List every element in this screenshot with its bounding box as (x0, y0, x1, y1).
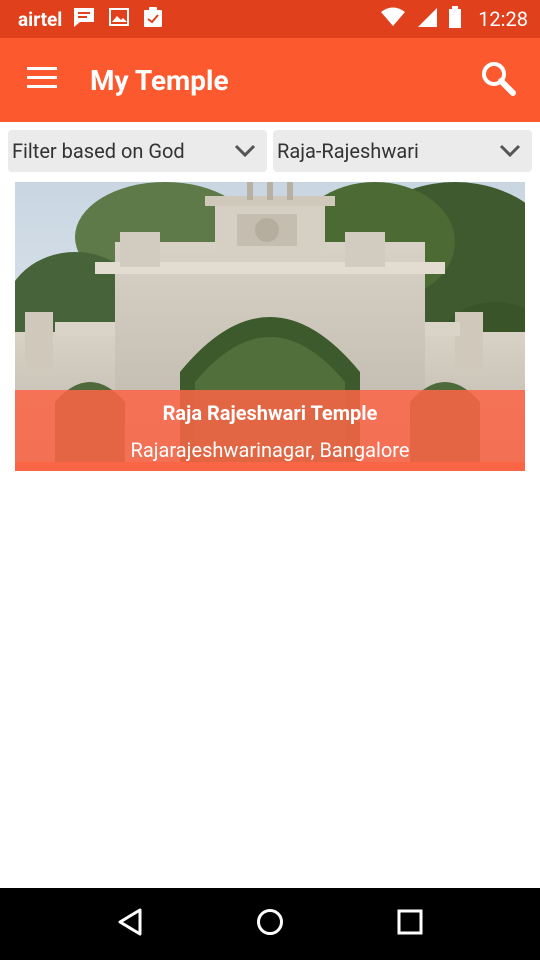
carrier-name: airtel (18, 7, 63, 31)
menu-button[interactable] (0, 38, 84, 122)
filter-row: Filter based on God Raja-Rajeshwari (8, 130, 532, 172)
recents-button[interactable] (380, 894, 440, 954)
battery-icon (448, 6, 462, 32)
signal-icon (416, 6, 438, 32)
back-icon (116, 907, 144, 941)
recents-icon (396, 908, 424, 940)
home-icon (255, 907, 285, 941)
god-filter-dropdown[interactable]: Filter based on God (8, 130, 267, 172)
status-bar: airtel 12:28 (0, 0, 540, 38)
app-bar: My Temple (0, 38, 540, 122)
image-icon (108, 7, 130, 31)
hamburger-menu-icon (27, 67, 57, 93)
selected-god-label: Raja-Rajeshwari (277, 139, 419, 163)
search-button[interactable] (456, 38, 540, 122)
temple-card-caption: Raja Rajeshwari Temple Rajarajeshwarinag… (15, 390, 525, 471)
temple-location: Rajarajeshwarinagar, Bangalore (130, 438, 410, 462)
temple-name: Raja Rajeshwari Temple (162, 401, 378, 425)
chevron-down-icon (498, 139, 522, 163)
wifi-icon (380, 7, 406, 31)
clipboard-check-icon (142, 6, 164, 32)
message-icon (72, 6, 96, 32)
navigation-bar (0, 888, 540, 960)
god-filter-label: Filter based on God (12, 139, 185, 163)
back-button[interactable] (100, 894, 160, 954)
selected-god-dropdown[interactable]: Raja-Rajeshwari (273, 130, 532, 172)
chevron-down-icon (233, 139, 257, 163)
home-button[interactable] (240, 894, 300, 954)
page-title: My Temple (90, 63, 229, 97)
temple-card[interactable]: Raja Rajeshwari Temple Rajarajeshwarinag… (15, 182, 525, 471)
clock: 12:28 (478, 7, 528, 31)
search-icon (480, 60, 516, 100)
